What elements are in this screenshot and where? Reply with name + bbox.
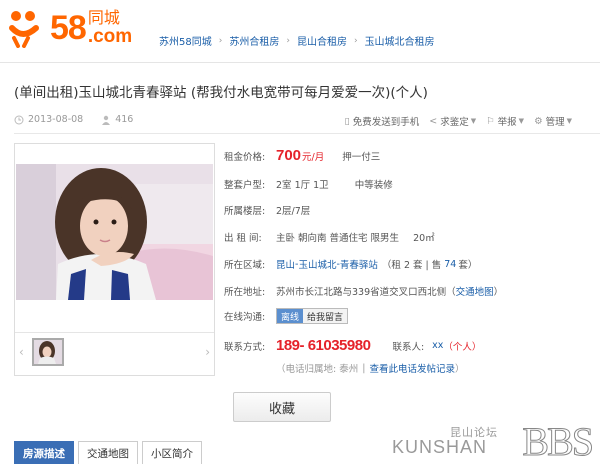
chat-row: 在线沟通: 离线 给我留言 bbox=[224, 308, 349, 324]
phone-number: 189- 61035980 bbox=[276, 337, 371, 354]
meta-divider bbox=[14, 133, 600, 134]
tab-bar: 房源描述 交通地图 小区简介 bbox=[14, 441, 206, 464]
rent-detail: 主卧 朝向南 普通住宅 限男生 bbox=[276, 233, 400, 244]
photo-gallery: ‹ › bbox=[14, 143, 215, 376]
contact-tag: （个人） bbox=[443, 341, 482, 353]
watermark-logo: 昆山论坛 KUNSHAN BBS bbox=[392, 418, 595, 464]
breadcrumb-separator-icon: › bbox=[286, 35, 290, 46]
report-button[interactable]: ⚐ 举报 ▼ bbox=[486, 114, 525, 129]
decoration-value: 中等装修 bbox=[354, 180, 393, 191]
contact-person[interactable]: xx bbox=[432, 340, 443, 351]
chevron-down-icon: ▼ bbox=[470, 117, 477, 125]
contact-label: 联系方式: bbox=[224, 341, 266, 353]
layout-row: 整套户型: 2室 1厅 1卫 中等装修 bbox=[224, 177, 393, 191]
verify-button[interactable]: < 求鉴定 ▼ bbox=[429, 114, 477, 129]
person-icon bbox=[102, 115, 111, 125]
address-label: 所在地址: bbox=[224, 287, 266, 298]
region-row: 所在区域: 昆山 - 玉山城北 - 青春驿站 （租 2 套 | 售 74 套） bbox=[224, 257, 478, 272]
chat-status: 离线 bbox=[277, 309, 304, 323]
verify-label: 求鉴定 bbox=[440, 117, 469, 128]
manage-label: 管理 bbox=[545, 117, 565, 128]
thumb-down-icon: ⚐ bbox=[486, 115, 495, 127]
price-unit: 元/月 bbox=[302, 151, 325, 163]
report-label: 举报 bbox=[497, 117, 517, 128]
region-district-link[interactable]: 玉山城北 bbox=[298, 257, 336, 271]
thumbnail-strip: ‹ › bbox=[15, 332, 214, 376]
site-logo[interactable]: 58 同城 .com bbox=[8, 8, 132, 48]
contact-person-label: 联系人: bbox=[392, 341, 425, 353]
breadcrumb-kunshan-share[interactable]: 昆山合租房 bbox=[297, 33, 347, 48]
payment-terms: 押一付三 bbox=[342, 151, 381, 163]
page-title: (单间出租)玉山城北青春驿站 (帮我付水电宽带可每月爱爱一次)(个人) bbox=[14, 85, 428, 101]
breadcrumb-suzhou[interactable]: 苏州58同城 bbox=[159, 33, 212, 48]
manage-button[interactable]: ⚙ 管理 ▼ bbox=[534, 114, 572, 129]
clock-icon bbox=[14, 115, 24, 124]
region-estate-link[interactable]: 青春驿站 bbox=[340, 257, 378, 271]
chat-label: 在线沟通: bbox=[224, 312, 266, 323]
post-meta: 2013-08-08 416 bbox=[14, 114, 151, 125]
save-button[interactable]: 收藏 bbox=[233, 392, 331, 422]
tab-traffic-map[interactable]: 交通地图 bbox=[78, 441, 138, 464]
main-photo[interactable] bbox=[16, 164, 213, 300]
share-icon: < bbox=[429, 115, 438, 127]
chevron-left-icon[interactable]: ‹ bbox=[19, 345, 24, 359]
logo-com: .com bbox=[87, 26, 133, 47]
chevron-down-icon: ▼ bbox=[518, 117, 525, 125]
phone-records-close: ） bbox=[454, 364, 465, 375]
contact-row: 联系方式: 189- 61035980 联系人: xx （个人） bbox=[224, 337, 481, 354]
price-label: 租金价格: bbox=[224, 151, 266, 163]
breadcrumb-separator-icon: › bbox=[353, 35, 358, 46]
tab-description[interactable]: 房源描述 bbox=[14, 441, 74, 464]
rent-row: 出 租 间: 主卧 朝向南 普通住宅 限男生 20㎡ bbox=[224, 230, 435, 244]
send-to-phone-button[interactable]: ▯ 免费发送到手机 bbox=[344, 114, 420, 129]
layout-value: 2室 1厅 1卫 bbox=[276, 180, 329, 191]
logo-smile-icon bbox=[8, 8, 48, 48]
address-row: 所在地址: 苏州市长江北路与339省道交叉口西北侧 （ 交通地图 ） bbox=[224, 284, 503, 298]
post-date: 2013-08-08 bbox=[28, 114, 84, 125]
price-value: 700 bbox=[276, 147, 302, 164]
phone-origin-row: （电话归属地: 泰州 | 查看此电话发帖记录 ） bbox=[276, 361, 465, 376]
watermark-bbs: BBS bbox=[522, 419, 595, 464]
breadcrumb-yushan-share[interactable]: 玉山城北合租房 bbox=[365, 33, 435, 48]
breadcrumb: 苏州58同城 › 苏州合租房 › 昆山合租房 › 玉山城北合租房 bbox=[159, 33, 435, 49]
view-count: 416 bbox=[115, 114, 134, 125]
photo-thumbnail[interactable] bbox=[32, 338, 64, 366]
post-actions: ▯ 免费发送到手机 < 求鉴定 ▼ ⚐ 举报 ▼ ⚙ 管理 ▼ bbox=[335, 114, 573, 129]
region-sale-count-link[interactable]: 74 bbox=[444, 259, 456, 270]
header-divider bbox=[0, 62, 600, 63]
region-city-link[interactable]: 昆山 bbox=[276, 257, 295, 271]
address-value: 苏州市长江北路与339省道交叉口西北侧 bbox=[276, 287, 447, 298]
phone-icon: ▯ bbox=[344, 115, 350, 127]
site-header: 58 同城 .com 苏州58同城 › 苏州合租房 › 昆山合租房 › 玉山城北… bbox=[0, 0, 600, 62]
floor-value: 2层/7层 bbox=[276, 206, 311, 217]
region-count-prefix: （租 2 套 | 售 bbox=[381, 260, 442, 271]
send-to-phone-label: 免费发送到手机 bbox=[352, 117, 420, 128]
breadcrumb-suzhou-share[interactable]: 苏州合租房 bbox=[229, 33, 279, 48]
leave-message: 给我留言 bbox=[303, 309, 348, 323]
breadcrumb-separator-icon: › bbox=[218, 35, 223, 46]
logo-cn: 同城 bbox=[87, 8, 120, 27]
gear-icon: ⚙ bbox=[534, 115, 543, 127]
phone-records-link[interactable]: 查看此电话发帖记录 bbox=[369, 361, 455, 375]
rent-label: 出 租 间: bbox=[224, 233, 262, 244]
floor-row: 所属楼层: 2层/7层 bbox=[224, 203, 310, 217]
map-paren: ） bbox=[493, 287, 504, 298]
watermark-en: KUNSHAN bbox=[392, 437, 488, 457]
region-count-suffix: 套） bbox=[458, 260, 478, 271]
chevron-right-icon[interactable]: › bbox=[205, 345, 210, 359]
price-row: 租金价格: 700 元/月 押一付三 bbox=[224, 147, 380, 164]
chat-button[interactable]: 离线 给我留言 bbox=[276, 308, 349, 324]
phone-origin: （电话归属地: 泰州 bbox=[276, 364, 359, 375]
logo-number: 58 bbox=[50, 9, 87, 47]
map-paren: （ bbox=[446, 287, 456, 298]
layout-label: 整套户型: bbox=[224, 180, 266, 191]
region-label: 所在区域: bbox=[224, 260, 266, 271]
tab-community[interactable]: 小区简介 bbox=[142, 441, 202, 464]
floor-label: 所属楼层: bbox=[224, 206, 266, 217]
traffic-map-link[interactable]: 交通地图 bbox=[456, 284, 494, 298]
area-value: 20㎡ bbox=[413, 233, 435, 244]
chevron-down-icon: ▼ bbox=[566, 117, 572, 125]
